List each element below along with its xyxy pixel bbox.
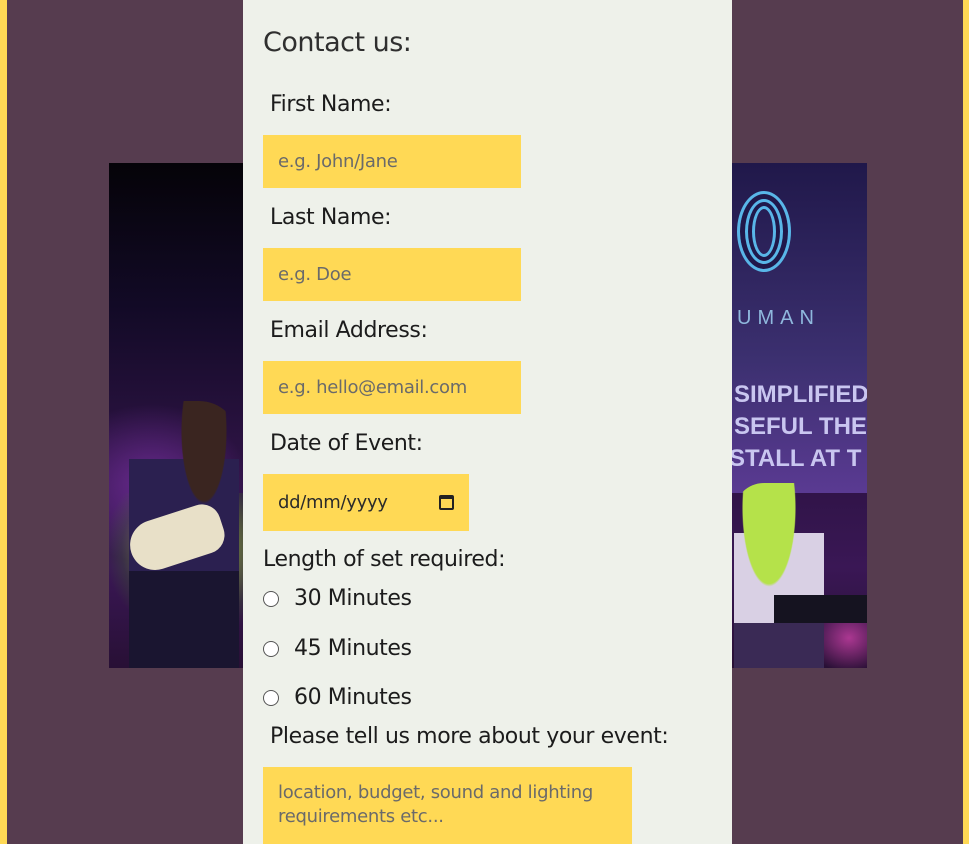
radio-label-30: 30 Minutes [294, 586, 412, 611]
left-yellow-border [0, 0, 7, 844]
email-input[interactable] [263, 361, 521, 414]
contact-form: Contact us: First Name: Last Name: Email… [243, 0, 732, 844]
email-label: Email Address: [270, 318, 428, 343]
radio-option-30[interactable]: 30 Minutes [263, 586, 412, 611]
details-label: Please tell us more about your event: [270, 724, 669, 749]
right-yellow-border [963, 0, 969, 844]
radio-label-45: 45 Minutes [294, 636, 412, 661]
form-title: Contact us: [263, 27, 412, 58]
keyboardist-figure [734, 483, 824, 668]
radio-30-minutes[interactable] [263, 590, 279, 607]
fingerprint-logo-icon [737, 191, 791, 272]
first-name-label: First Name: [270, 92, 392, 117]
keyboard-instrument [774, 595, 867, 623]
first-name-input[interactable] [263, 135, 521, 188]
screen-text-line-3: STALL AT T [729, 445, 862, 472]
details-textarea[interactable] [263, 767, 632, 844]
calendar-icon[interactable] [439, 495, 454, 510]
screen-text-line-2: SEFUL THEY [734, 413, 867, 440]
set-length-label: Length of set required: [263, 547, 506, 572]
date-input-value: dd/mm/yyyy [278, 492, 388, 513]
radio-label-60: 60 Minutes [294, 685, 412, 710]
radio-option-45[interactable]: 45 Minutes [263, 636, 412, 661]
radio-option-60[interactable]: 60 Minutes [263, 685, 412, 710]
radio-60-minutes[interactable] [263, 689, 279, 706]
date-input[interactable]: dd/mm/yyyy [263, 474, 469, 531]
date-label: Date of Event: [270, 431, 423, 456]
screen-text-line-1: SIMPLIFIED I [734, 381, 867, 408]
screen-brand-text: UMAN [737, 307, 820, 329]
radio-45-minutes[interactable] [263, 640, 279, 657]
last-name-input[interactable] [263, 248, 521, 301]
last-name-label: Last Name: [270, 205, 392, 230]
